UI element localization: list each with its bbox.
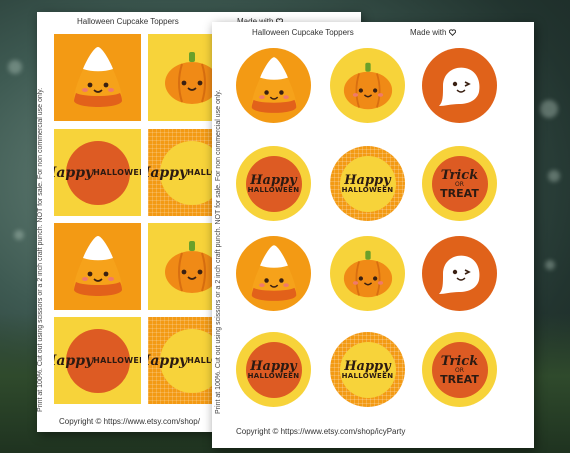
bokeh-light [8, 60, 22, 74]
halloween-text: HALLOWEEN [93, 167, 141, 177]
topper-pumpkin [330, 48, 405, 123]
topper-candy-corn [236, 236, 311, 311]
happy-text: Happy [148, 164, 188, 181]
topper-trick-or-treat: Trick OR TREAT [422, 146, 497, 221]
trick-text: Trick [440, 353, 479, 369]
happy-text: Happy [148, 352, 188, 369]
topper-badge: Happy HALLOWEEN [339, 341, 396, 398]
ghost-icon [438, 255, 479, 294]
bokeh-light [545, 260, 555, 270]
topper-pumpkin [330, 236, 405, 311]
sheet-title: Halloween Cupcake Toppers [77, 17, 179, 26]
candy-corn-icon [251, 244, 296, 301]
copyright-text: Copyright © https://www.etsy.com/shop/ [59, 417, 200, 426]
topper-happy-halloween: Happy HALLOWEEN [54, 317, 141, 404]
topper-trick-or-treat: Trick OR TREAT [422, 332, 497, 407]
made-with-label: Made with [410, 28, 456, 37]
topper-badge: Happy HALLOWEEN [54, 328, 141, 393]
happy-text: Happy [54, 352, 94, 369]
topper-badge: Happy HALLOWEEN [54, 140, 141, 205]
topper-ghost [422, 236, 497, 311]
halloween-text: HALLOWEEN [341, 185, 394, 194]
topper-candy-corn [54, 34, 141, 121]
sheet-title: Halloween Cupcake Toppers [252, 28, 354, 37]
happy-text: Happy [250, 172, 297, 188]
topper-candy-corn [54, 223, 141, 310]
happy-text: Happy [250, 358, 297, 374]
bokeh-light [540, 100, 558, 118]
candy-corn-icon [73, 235, 122, 296]
halloween-text: HALLOWEEN [247, 185, 300, 194]
topper-badge: Happy HALLOWEEN [245, 155, 302, 212]
happy-text: Happy [344, 172, 391, 188]
topper-badge: Happy HALLOWEEN [339, 155, 396, 212]
halloween-text: HALLOWEEN [247, 371, 300, 380]
topper-candy-corn [236, 48, 311, 123]
topper-badge: Trick OR TREAT [431, 341, 488, 398]
happy-text: Happy [344, 358, 391, 374]
copyright-text: Copyright © https://www.etsy.com/shop/ic… [236, 427, 406, 436]
topper-happy-halloween: Happy HALLOWEEN [330, 146, 405, 221]
print-instructions: Print at 100%. Cut out using scissors or… [215, 89, 222, 414]
heart-outline-icon [448, 29, 456, 37]
pumpkin-icon [343, 62, 392, 109]
ghost-icon [438, 67, 479, 106]
treat-text: TREAT [440, 372, 479, 386]
happy-text: Happy [54, 164, 94, 181]
topper-happy-halloween: Happy HALLOWEEN [236, 146, 311, 221]
candy-corn-icon [73, 46, 122, 107]
topper-happy-halloween: Happy HALLOWEEN [54, 129, 141, 216]
bokeh-light [14, 230, 24, 240]
bokeh-light [548, 170, 560, 182]
treat-text: TREAT [440, 186, 479, 200]
topper-happy-halloween: Happy HALLOWEEN [330, 332, 405, 407]
topper-happy-halloween: Happy HALLOWEEN [236, 332, 311, 407]
halloween-text: HALLOWEEN [341, 371, 394, 380]
trick-text: Trick [440, 167, 479, 183]
pumpkin-icon [343, 250, 392, 297]
topper-badge: Trick OR TREAT [431, 155, 488, 212]
topper-ghost [422, 48, 497, 123]
topper-badge: Happy HALLOWEEN [245, 341, 302, 398]
halloween-text: HALLOWEEN [93, 355, 141, 365]
front-sheet: Halloween Cupcake Toppers Made with Prin… [212, 22, 534, 448]
print-instructions: Print at 100%. Cut out using scissors or… [37, 87, 44, 412]
candy-corn-icon [251, 56, 296, 113]
